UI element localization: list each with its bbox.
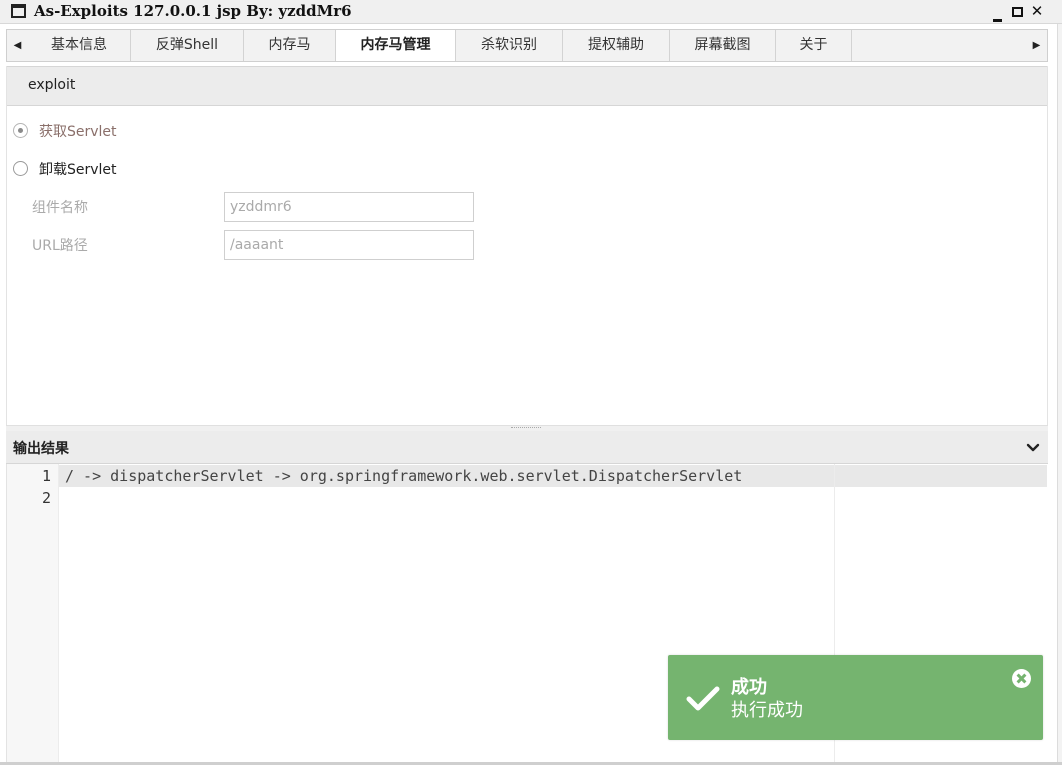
toast-message: 执行成功 bbox=[731, 700, 803, 721]
component-name-input[interactable] bbox=[224, 192, 474, 222]
toast-close-icon[interactable] bbox=[1012, 669, 1031, 688]
maximize-button[interactable] bbox=[1009, 1, 1025, 21]
line-number: 2 bbox=[41, 489, 51, 507]
title-bar: As-Exploits 127.0.0.1 jsp By: yzddMr6 ✕ bbox=[0, 0, 1062, 24]
url-path-input[interactable] bbox=[224, 230, 474, 260]
maximize-icon bbox=[1011, 7, 1023, 17]
radio-unload-servlet-label: 卸载Servlet bbox=[39, 162, 117, 178]
success-toast: 成功 执行成功 bbox=[668, 655, 1043, 740]
line-number: 1 bbox=[41, 467, 51, 485]
output-title: 输出结果 bbox=[13, 441, 69, 457]
tab-strip: ◀ 基本信息 反弹Shell 内存马 内存马管理 杀软识别 提权辅助 屏幕截图 … bbox=[6, 29, 1048, 62]
tab-scroll-left-icon[interactable]: ◀ bbox=[7, 30, 28, 61]
window-right-edge bbox=[1057, 24, 1062, 765]
window-icon bbox=[11, 4, 26, 18]
checkmark-icon bbox=[686, 686, 720, 711]
tab-memshell[interactable]: 内存马 bbox=[244, 30, 336, 61]
radio-get-servlet-circle[interactable] bbox=[13, 123, 28, 138]
tab-reverse-shell[interactable]: 反弹Shell bbox=[131, 30, 244, 61]
radio-get-servlet-label: 获取Servlet bbox=[39, 124, 117, 140]
output-header: 输出结果 bbox=[6, 431, 1048, 464]
exploit-toolbar: exploit bbox=[7, 66, 1047, 106]
code-line: / -> dispatcherServlet -> org.springfram… bbox=[65, 467, 743, 485]
minimize-icon bbox=[992, 19, 1002, 22]
tab-memshell-manage[interactable]: 内存马管理 bbox=[336, 30, 456, 61]
line-gutter bbox=[7, 464, 59, 762]
exploit-button[interactable]: exploit bbox=[28, 77, 75, 93]
component-name-label: 组件名称 bbox=[32, 200, 88, 216]
chevron-down-icon[interactable] bbox=[1025, 439, 1041, 455]
tab-basic-info[interactable]: 基本信息 bbox=[28, 30, 131, 61]
window-title: As-Exploits 127.0.0.1 jsp By: yzddMr6 bbox=[34, 2, 352, 20]
url-path-label: URL路径 bbox=[32, 238, 88, 254]
tab-scroll-right-icon[interactable]: ▶ bbox=[1026, 30, 1047, 61]
tab-about[interactable]: 关于 bbox=[776, 30, 852, 61]
minimize-button[interactable] bbox=[989, 1, 1005, 22]
tab-privesc[interactable]: 提权辅助 bbox=[563, 30, 670, 61]
radio-unload-servlet-circle[interactable] bbox=[13, 161, 28, 176]
tab-av-detect[interactable]: 杀软识别 bbox=[456, 30, 563, 61]
exploit-panel: exploit 获取Servlet 卸载Servlet 组件名称 URL路径 bbox=[6, 66, 1048, 425]
splitter-grip-icon bbox=[511, 427, 541, 428]
tab-screenshot[interactable]: 屏幕截图 bbox=[670, 30, 776, 61]
close-button[interactable]: ✕ bbox=[1029, 1, 1045, 21]
